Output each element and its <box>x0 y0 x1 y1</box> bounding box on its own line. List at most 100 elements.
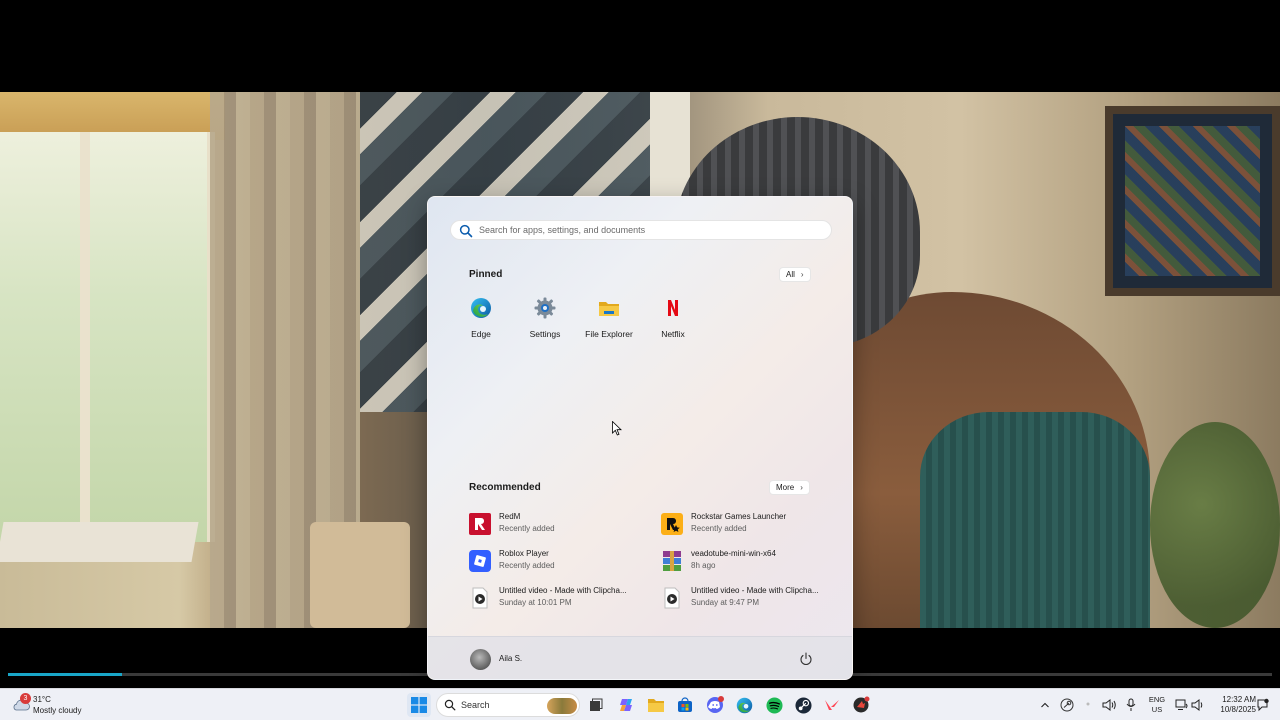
pinned-app-edge[interactable]: Edge <box>449 297 513 339</box>
taskbar-steam[interactable] <box>791 693 815 717</box>
task-view-button[interactable] <box>584 693 608 717</box>
user-name[interactable]: Aila S. <box>499 654 522 663</box>
clock[interactable]: 12:32 AM 10/8/2025 <box>1208 695 1256 715</box>
redm-icon <box>469 513 491 535</box>
pinned-app-label: Netflix <box>661 329 685 339</box>
all-apps-button[interactable]: All › <box>779 267 811 282</box>
taskbar-search-label: Search <box>461 700 490 710</box>
file-explorer-icon <box>648 699 664 712</box>
pinned-app-label: Settings <box>529 329 561 339</box>
video-scene-plant <box>1150 422 1280 628</box>
recommended-item-sub: Sunday at 9:47 PM <box>691 598 760 607</box>
copilot-icon <box>620 699 632 711</box>
recommended-item-redm[interactable]: RedM Recently added <box>469 510 659 536</box>
taskbar-copilot[interactable] <box>615 693 639 717</box>
video-scene-painting <box>1105 106 1280 296</box>
roblox-icon <box>469 550 491 572</box>
recommended-item-sub: Recently added <box>499 561 555 570</box>
recommended-item-sub: Recently added <box>499 524 555 533</box>
recommended-item-name: RedM <box>499 512 521 521</box>
notification-badge: 3 <box>20 693 31 704</box>
video-scene-chair <box>310 522 410 628</box>
search-highlight-image <box>547 698 577 714</box>
recommended-item-sub: Sunday at 10:01 PM <box>499 598 572 607</box>
volume-icon[interactable] <box>1102 698 1117 712</box>
recommended-item-video-1[interactable]: Untitled video - Made with Clipcha... Su… <box>469 584 659 610</box>
display-network-icon[interactable] <box>1175 698 1189 712</box>
weather-widget[interactable]: 3 31°C Mostly cloudy <box>10 693 100 717</box>
video-file-icon <box>664 587 680 609</box>
chevron-right-icon: › <box>800 270 804 279</box>
task-view-icon <box>590 698 603 711</box>
lang-secondary: US <box>1151 705 1163 714</box>
start-menu-footer: Aila S. <box>428 636 852 679</box>
start-menu: Pinned All › Edge <box>427 196 853 680</box>
recommended-title: Recommended <box>469 482 541 493</box>
clock-date: 10/8/2025 <box>1220 705 1256 714</box>
edge-icon <box>471 298 491 318</box>
taskbar-edge[interactable] <box>732 693 756 717</box>
pinned-app-file-explorer[interactable]: File Explorer <box>577 297 641 339</box>
taskbar-valorant[interactable] <box>820 693 844 717</box>
search-icon <box>444 699 456 711</box>
speaker-tray-icon[interactable] <box>1191 698 1205 712</box>
steam-tray-icon[interactable] <box>1060 698 1074 712</box>
winrar-icon <box>663 551 681 571</box>
pinned-app-label: File Explorer <box>585 329 633 339</box>
recommended-item-name: Untitled video - Made with Clipcha... <box>691 586 819 595</box>
windows-start-icon <box>411 697 427 713</box>
start-search-box[interactable] <box>450 220 832 240</box>
recommended-item-rockstar[interactable]: Rockstar Games Launcher Recently added <box>661 510 851 536</box>
chevron-up-icon[interactable] <box>1040 700 1050 710</box>
avatar[interactable] <box>470 649 491 670</box>
microphone-icon[interactable] <box>1126 698 1136 712</box>
pinned-title: Pinned <box>469 269 503 280</box>
rockstar-icon <box>661 513 683 535</box>
notification-center-icon[interactable] <box>1256 698 1269 712</box>
folder-icon <box>599 302 619 316</box>
video-file-icon <box>472 587 488 609</box>
pinned-app-label: Edge <box>471 329 491 339</box>
chevron-right-icon: › <box>800 483 803 492</box>
more-recommended-button[interactable]: More › <box>769 480 810 495</box>
valorant-icon <box>825 700 839 710</box>
recommended-item-name: veadotube-mini-win-x64 <box>691 549 776 558</box>
desktop: Pinned All › Edge <box>0 0 1280 720</box>
power-icon[interactable] <box>799 652 813 666</box>
mouse-cursor-icon <box>612 421 622 436</box>
video-progress-fill <box>8 673 122 676</box>
taskbar-spotify[interactable] <box>762 693 786 717</box>
weather-condition: Mostly cloudy <box>33 706 82 715</box>
video-scene-window <box>0 132 215 542</box>
recommended-item-roblox[interactable]: Roblox Player Recently added <box>469 547 659 573</box>
taskbar-file-explorer[interactable] <box>644 693 668 717</box>
riot-client-icon <box>853 696 870 713</box>
recommended-item-video-2[interactable]: Untitled video - Made with Clipcha... Su… <box>661 584 851 610</box>
more-label: More <box>776 483 795 492</box>
start-button[interactable] <box>407 693 431 717</box>
input-language[interactable]: ENG US <box>1146 695 1168 715</box>
taskbar: 3 31°C Mostly cloudy Search ENG US 12:32… <box>0 688 1280 720</box>
taskbar-riot-client[interactable] <box>849 693 873 717</box>
taskbar-store[interactable] <box>673 693 697 717</box>
lang-primary: ENG <box>1148 695 1166 704</box>
start-search-input[interactable] <box>479 222 819 238</box>
recommended-item-name: Rockstar Games Launcher <box>691 512 787 521</box>
video-scene-table <box>0 522 199 562</box>
recommended-item-sub: Recently added <box>691 524 747 533</box>
pinned-app-settings[interactable]: Settings <box>513 297 577 339</box>
taskbar-discord[interactable] <box>703 693 727 717</box>
taskbar-search[interactable]: Search <box>436 693 580 717</box>
search-icon <box>459 224 473 238</box>
recommended-item-sub: 8h ago <box>691 561 716 570</box>
gear-icon <box>534 297 556 319</box>
store-icon <box>678 697 692 712</box>
recommended-item-veadotube[interactable]: veadotube-mini-win-x64 8h ago <box>661 547 851 573</box>
recommended-item-name: Roblox Player <box>499 549 549 558</box>
network-tray-icon[interactable] <box>1083 699 1093 709</box>
pinned-app-netflix[interactable]: Netflix <box>641 297 705 339</box>
weather-temp: 31°C <box>33 695 51 704</box>
recommended-item-name: Untitled video - Made with Clipcha... <box>499 586 627 595</box>
discord-icon <box>707 696 724 713</box>
netflix-icon <box>668 300 678 316</box>
